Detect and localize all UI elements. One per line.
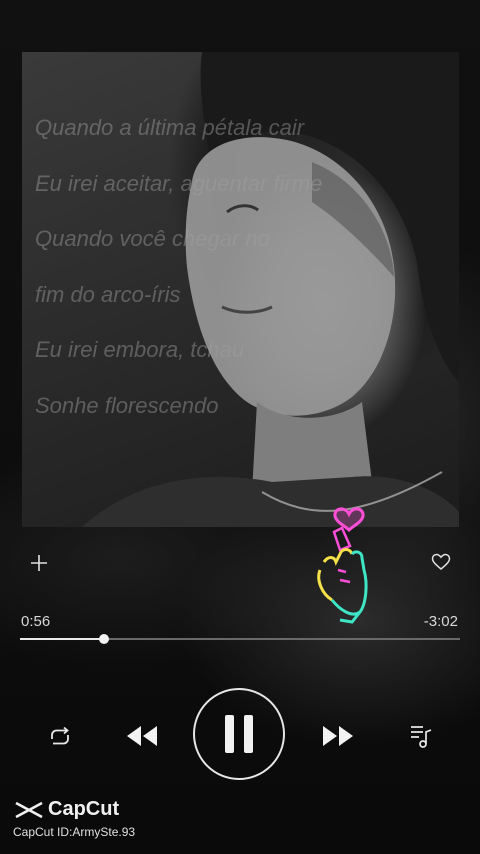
- next-button[interactable]: [316, 718, 360, 754]
- like-button[interactable]: [428, 549, 454, 575]
- finger-heart-sticker: [312, 500, 376, 626]
- playlist-icon: [411, 726, 432, 748]
- repeat-icon: [51, 726, 69, 745]
- rewind-icon: [127, 726, 157, 746]
- capcut-id-label: CapCut ID:ArmySte.93: [13, 825, 136, 839]
- heart-icon: [431, 553, 451, 570]
- pause-icon: [225, 715, 253, 753]
- repeat-button[interactable]: [44, 722, 76, 752]
- lyric-line: fim do arco-íris: [35, 281, 181, 307]
- previous-button[interactable]: [120, 718, 164, 754]
- remaining-time: -3:02: [423, 613, 458, 630]
- lyric-line: Sonhe florescendo: [35, 392, 219, 418]
- progress-thumb[interactable]: [98, 634, 109, 644]
- queue-button[interactable]: [404, 720, 438, 752]
- add-button[interactable]: [26, 550, 52, 576]
- progress-fill: [20, 638, 104, 640]
- pause-button[interactable]: [193, 688, 285, 780]
- capcut-logo: CapCut: [14, 798, 119, 821]
- lyric-line: Eu irei embora, tchau: [35, 337, 245, 362]
- lyric-line: Quando a última pétala cair: [35, 115, 305, 140]
- elapsed-time: 0:56: [21, 613, 51, 630]
- album-artwork: Quando a última pétala cair Eu irei acei…: [22, 52, 459, 527]
- finger-heart-icon: [317, 507, 368, 624]
- lyric-line: Quando você chegar no: [35, 226, 270, 251]
- fast-forward-icon: [323, 726, 353, 746]
- capcut-brand: CapCut: [48, 798, 120, 820]
- lyric-line: Eu irei aceitar, aguentar firme: [35, 170, 323, 196]
- capcut-icon: [15, 801, 43, 818]
- lyrics-overlay: Quando a última pétala cair Eu irei acei…: [35, 114, 455, 447]
- plus-icon: [31, 555, 47, 571]
- progress-bar[interactable]: [20, 634, 460, 644]
